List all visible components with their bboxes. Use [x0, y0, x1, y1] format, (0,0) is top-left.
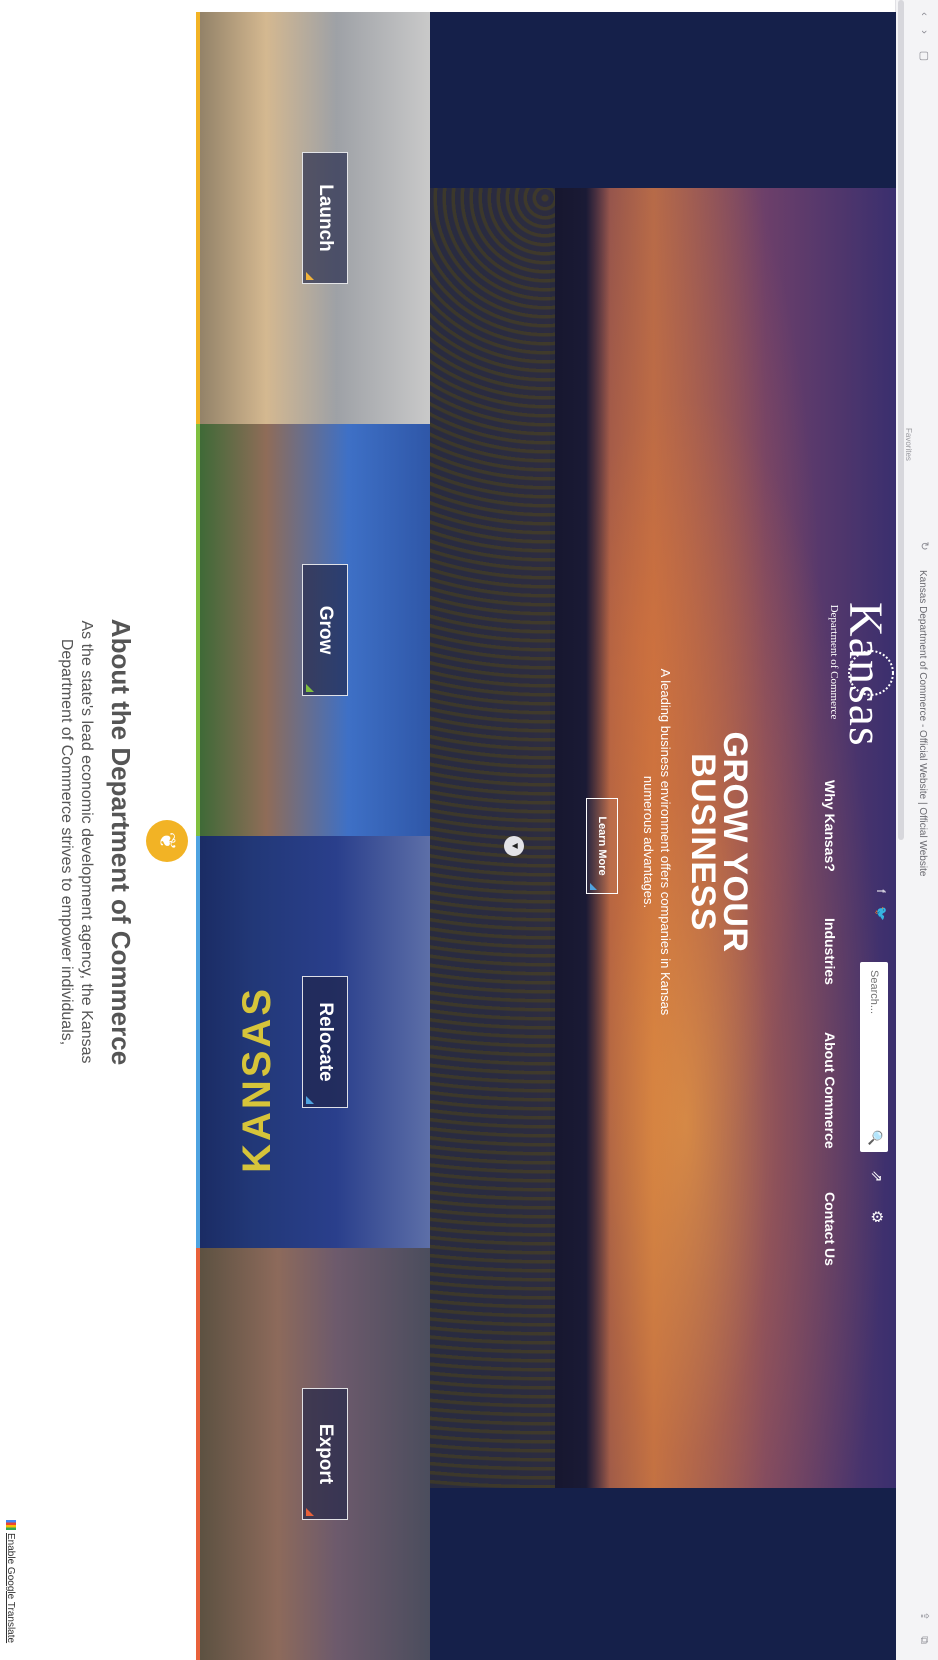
forward-icon[interactable]: › — [918, 26, 930, 38]
flag-text: KANSAS — [235, 986, 279, 1173]
google-icon — [5, 1520, 16, 1530]
nav-item-contact-us[interactable]: Contact Us — [822, 1192, 838, 1266]
corner-accent-icon — [306, 272, 314, 280]
tile-launch[interactable]: Launch — [196, 12, 430, 424]
tile-accent-bar — [196, 1248, 200, 1660]
share-icon[interactable]: ⇗ — [868, 1170, 886, 1183]
share-icon[interactable]: ⇪ — [918, 1610, 930, 1622]
corner-accent-icon — [306, 1508, 314, 1516]
site-logo[interactable]: Kansas Department of Commerce — [800, 602, 894, 747]
search-box: 🔍 — [860, 962, 888, 1152]
nav-item-industries[interactable]: Industries — [822, 918, 838, 985]
logo-subtitle: Department of Commerce — [828, 604, 840, 720]
sunflower-field — [430, 188, 555, 1488]
nav-item-about-commerce[interactable]: About Commerce — [822, 1032, 838, 1149]
tile-label-relocate: Relocate — [302, 976, 348, 1108]
twitter-icon[interactable]: 🐦 — [874, 906, 888, 921]
back-icon[interactable]: ‹ — [918, 8, 930, 20]
tile-accent-bar — [196, 12, 200, 424]
about-body: As the state's lead economic development… — [58, 620, 95, 1064]
chevron-down-icon[interactable]: ▼ — [504, 836, 524, 856]
corner-accent-icon — [306, 684, 314, 692]
page-root: ‹ › ▢ ↻ Kansas Department of Commerce - … — [0, 0, 938, 1660]
horizontal-scrollbar[interactable] — [898, 0, 904, 840]
search-icon[interactable]: 🔍 — [867, 1130, 883, 1146]
nav-item-why-kansas[interactable]: Why Kansas? — [822, 780, 838, 872]
google-translate-link[interactable]: Enable Google Translate — [5, 1520, 16, 1643]
settings-icon[interactable]: ⚙ — [868, 1210, 886, 1223]
sidebar-icon[interactable]: ▢ — [918, 50, 930, 62]
tile-accent-bar — [196, 836, 200, 1248]
learn-more-label: Learn More — [596, 816, 608, 876]
tile-label-grow: Grow — [302, 564, 348, 696]
tile-export[interactable]: Export — [196, 1248, 430, 1660]
hero-tagline: A leading business environment offers co… — [641, 668, 673, 1016]
facebook-icon[interactable]: f — [874, 884, 888, 898]
tile-label-launch: Launch — [302, 152, 348, 284]
about-title: About the Department of Commerce — [106, 618, 136, 1066]
tile-grow[interactable]: Grow — [196, 424, 430, 836]
search-input[interactable] — [860, 962, 888, 1128]
tile-relocate[interactable]: KANSAS Relocate — [196, 836, 430, 1248]
tile-label-export: Export — [302, 1388, 348, 1520]
favorites-label[interactable]: Favorites — [904, 428, 913, 461]
tabs-icon[interactable]: ⧉ — [918, 1634, 930, 1646]
about-section: ❦ About the Department of Commerce As th… — [30, 12, 196, 1660]
service-tiles: Launch Grow KANSAS Relocate Export — [196, 12, 430, 1660]
reload-icon[interactable]: ↻ — [918, 540, 930, 552]
wheat-emblem-icon: ❦ — [146, 820, 188, 862]
tile-accent-bar — [196, 424, 200, 836]
state-seal-icon — [848, 650, 894, 696]
corner-accent-icon — [590, 883, 597, 890]
browser-chrome: ‹ › ▢ ↻ Kansas Department of Commerce - … — [895, 0, 938, 1660]
learn-more-button[interactable]: Learn More — [586, 798, 618, 894]
tab-title[interactable]: Kansas Department of Commerce - Official… — [917, 570, 928, 876]
corner-accent-icon — [306, 1096, 314, 1104]
hero-headline: GROW YOUR BUSINESS — [684, 731, 754, 953]
site: Kansas Department of Commerce Why Kansas… — [30, 12, 896, 1660]
